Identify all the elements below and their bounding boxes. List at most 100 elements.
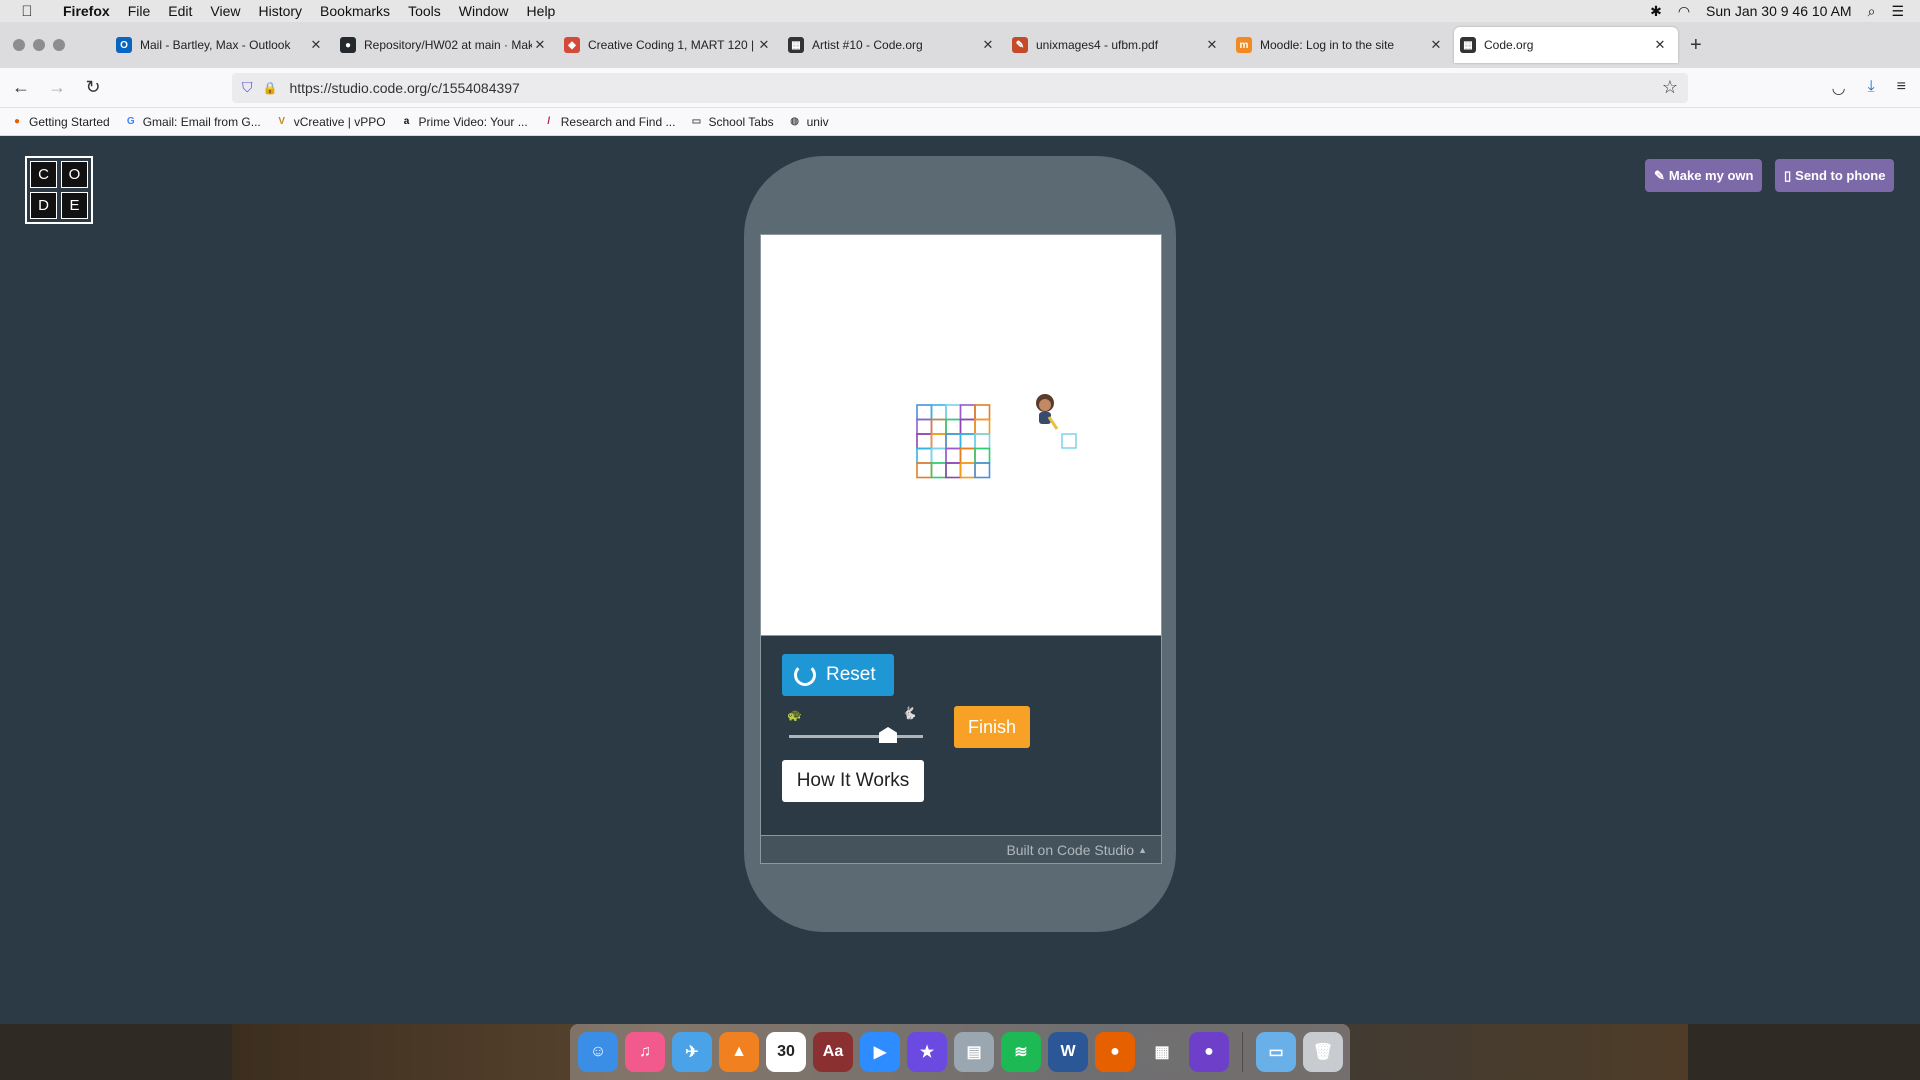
tabs: O Mail - Bartley, Max - Outlook ✕ ● Reposito… [110, 27, 1678, 63]
browser-tab[interactable]: ▦ Artist #10 - Code.org ✕ [782, 27, 1006, 63]
bookmark-item[interactable]: ◍ univ [788, 114, 829, 129]
bookmark-item[interactable]: a Prime Video: Your ... [400, 115, 528, 129]
close-tab-icon[interactable]: ✕ [1652, 37, 1668, 53]
browser-tab[interactable]: ● Repository/HW02 at main · Mak ✕ [334, 27, 558, 63]
bookmark-label: vCreative | vPPO [293, 114, 386, 129]
bookmark-item[interactable]: G Gmail: Email from G... [124, 115, 261, 129]
bookmark-star-icon[interactable]: ☆ [1662, 77, 1678, 98]
spotlight-search-icon[interactable]: ⌕ [1868, 3, 1876, 20]
send-to-phone-button[interactable]: ▯ Send to phone [1775, 159, 1895, 192]
close-tab-icon[interactable]: ✕ [756, 37, 772, 53]
downloads-icon[interactable]: ⤓ [1868, 78, 1875, 98]
speed-slider[interactable]: 🐢 🐇 [785, 706, 925, 748]
bookmarks-bar: ● Getting Started G Gmail: Email from G... V… [0, 108, 1920, 136]
url-text[interactable]: https://studio.code.org/c/1554084397 [289, 80, 519, 96]
slider-track[interactable] [789, 735, 923, 738]
zoom-icon[interactable]: ▶ [860, 1032, 900, 1072]
close-tab-icon[interactable]: ✕ [1204, 37, 1220, 53]
browser-tab[interactable]: O Mail - Bartley, Max - Outlook ✕ [110, 27, 334, 63]
amazon-icon: a [403, 116, 410, 127]
pocket-icon[interactable]: ◡ [1832, 78, 1846, 98]
vlc-icon[interactable]: ▲ [719, 1032, 759, 1072]
artist-character-icon [1036, 394, 1059, 430]
grid-cell [945, 462, 962, 479]
preview-icon[interactable]: ▤ [954, 1032, 994, 1072]
lock-icon[interactable]: 🔒 [263, 81, 278, 95]
reset-icon [794, 664, 816, 686]
tracking-shield-icon[interactable]: ⛉ [242, 79, 253, 96]
close-tab-icon[interactable]: ✕ [1428, 37, 1444, 53]
mail-app-icon[interactable]: ✈ [672, 1032, 712, 1072]
trash-icon[interactable]: 🗑 [1303, 1032, 1343, 1072]
apple-icon[interactable]:  [0, 3, 54, 20]
make-my-own-label: Make my own [1668, 168, 1754, 183]
firefox-icon[interactable]: ● [1095, 1032, 1135, 1072]
menu-item[interactable]: History [249, 3, 311, 19]
research-icon: / [547, 116, 551, 127]
finish-button[interactable]: Finish [954, 706, 1030, 748]
github-desktop-icon[interactable]: ● [1189, 1032, 1229, 1072]
dictionary-icon[interactable]: Aa [813, 1032, 853, 1072]
spotify-icon[interactable]: ≋ [1001, 1032, 1041, 1072]
menu-item[interactable]: File [119, 3, 160, 19]
minimize-window-button[interactable] [33, 39, 45, 51]
downloads-folder-icon[interactable]: ▭ [1256, 1032, 1296, 1072]
bookmark-item[interactable]: ▭ School Tabs [689, 115, 774, 129]
code-org-logo[interactable]: C O D E [25, 156, 93, 224]
close-tab-icon[interactable]: ✕ [980, 37, 996, 53]
bookmark-item[interactable]: VvCreative | vPPO [275, 114, 386, 129]
how-it-works-button[interactable]: How It Works [782, 760, 924, 802]
turtle-icon: 🐢 [787, 708, 802, 722]
close-window-button[interactable] [13, 39, 25, 51]
word-icon[interactable]: W [1048, 1032, 1088, 1072]
bookmark-item[interactable]: ● Getting Started [10, 115, 110, 129]
bookmark-label: Gmail: Email from G... [142, 114, 261, 129]
hamburger-menu-icon[interactable]: ≡ [1897, 78, 1906, 98]
wifi-icon[interactable]: ◠ [1678, 3, 1690, 20]
itunes-icon[interactable]: ♫ [625, 1032, 665, 1072]
browser-tab[interactable]: ▦ Code.org ✕ [1454, 27, 1678, 63]
grid-cell [930, 433, 947, 450]
bookmark-label: univ [806, 114, 829, 129]
imovie-icon[interactable]: ★ [907, 1032, 947, 1072]
menu-item[interactable]: Edit [159, 3, 201, 19]
browser-tab[interactable]: m Moodle: Log in to the site ✕ [1230, 27, 1454, 63]
globe-icon: ◍ [790, 116, 799, 127]
grid-cell [959, 418, 976, 435]
address-bar[interactable]: ⛉ 🔒 https://studio.code.org/c/1554084397… [232, 72, 1688, 103]
navigation-bar: ← → ↻ ⛉ 🔒 https://studio.code.org/c/1554… [0, 68, 1920, 108]
built-on-footer[interactable]: Built on Code Studio ▲ [760, 836, 1162, 864]
zoom-window-button[interactable] [53, 39, 65, 51]
dock: ☺ ♫ ✈ ▲ 30 Aa ▶ ★ ▤ ≋ W ● ▦ ● ▭ 🗑 [570, 1024, 1350, 1080]
close-tab-icon[interactable]: ✕ [532, 37, 548, 53]
back-icon[interactable]: ← [6, 77, 36, 98]
menu-item[interactable]: Help [518, 3, 565, 19]
browser-tab[interactable]: ◆ Creative Coding 1, MART 120 | C ✕ [558, 27, 782, 63]
menu-item[interactable]: Firefox [54, 3, 119, 19]
slider-thumb[interactable] [879, 727, 897, 743]
make-my-own-button[interactable]: ✎ Make my own [1645, 159, 1763, 192]
new-tab-button[interactable]: + [1678, 34, 1702, 57]
finder-icon[interactable]: ☺ [578, 1032, 618, 1072]
bluetooth-icon[interactable]: ✱ [1650, 3, 1662, 20]
calculator-icon[interactable]: ▦ [1142, 1032, 1182, 1072]
grid-cell [930, 404, 947, 421]
control-center-icon[interactable]: ☰ [1891, 3, 1904, 20]
bookmark-item[interactable]: / Research and Find ... [542, 115, 675, 129]
reset-button[interactable]: Reset [782, 654, 894, 696]
reload-icon[interactable]: ↻ [78, 77, 108, 98]
grid-cell [916, 418, 933, 435]
grid-cell [959, 404, 976, 421]
built-on-label: Built on Code Studio [1006, 841, 1135, 858]
calendar-icon[interactable]: 30 [766, 1032, 806, 1072]
forward-icon[interactable]: → [42, 77, 72, 98]
menu-item[interactable]: Tools [399, 3, 450, 19]
browser-tab[interactable]: ✎ unixmages4 - ufbm.pdf ✕ [1006, 27, 1230, 63]
menu-item[interactable]: View [201, 3, 249, 19]
menu-item[interactable]: Bookmarks [311, 3, 399, 19]
menu-item[interactable]: Window [450, 3, 518, 19]
toolbar-right: ◡ ⤓ ≡ [1832, 78, 1906, 98]
clock[interactable]: Sun Jan 30 9 46 10 AM [1706, 3, 1852, 19]
tab-label: Mail - Bartley, Max - Outlook [140, 38, 291, 52]
close-tab-icon[interactable]: ✕ [308, 37, 324, 53]
